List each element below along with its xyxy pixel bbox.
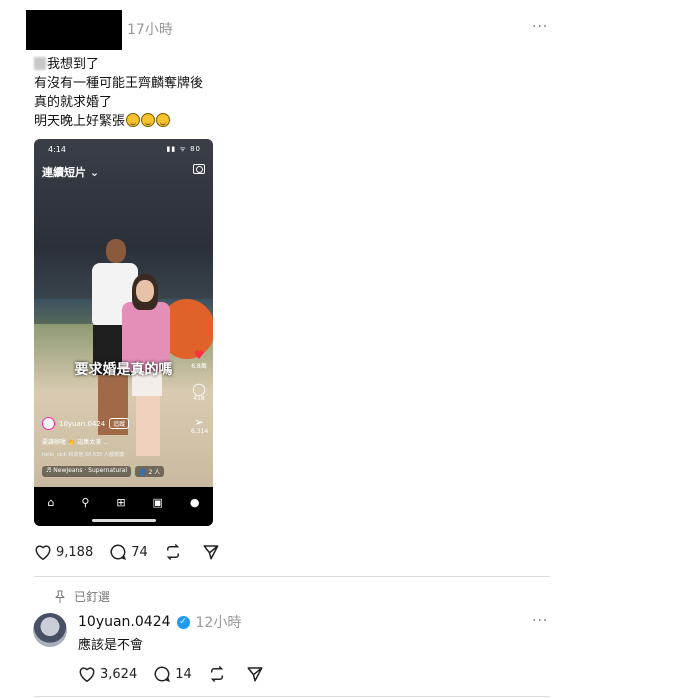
post-line-1: 我想到了 xyxy=(47,57,100,72)
reels-tab-title: 連續短片 ⌄ xyxy=(42,166,100,179)
post-share-button[interactable] xyxy=(202,543,224,561)
section-divider xyxy=(34,696,550,697)
comment-icon: ◯ xyxy=(192,382,206,396)
video-like-count: 6.8萬 xyxy=(191,363,207,370)
reply-comment-button[interactable]: 14 xyxy=(153,665,192,683)
profile-icon: ● xyxy=(189,496,200,509)
repost-icon xyxy=(210,665,224,683)
verified-badge-icon: ✓ xyxy=(176,615,190,629)
status-time: 4:14 xyxy=(48,145,66,154)
video-share-group: ➢ 6,314 xyxy=(191,415,209,435)
post-comment-button[interactable]: 74 xyxy=(109,543,148,561)
comment-icon xyxy=(154,666,171,682)
video-liked-by: hello_nick 和其他 68,635 人都按讚 xyxy=(42,452,125,458)
send-icon xyxy=(247,667,263,682)
post-repost-button[interactable] xyxy=(164,543,186,561)
comment-icon xyxy=(110,544,127,560)
reply-share-button[interactable] xyxy=(246,665,268,683)
pinned-label: 已釘選 xyxy=(74,590,111,604)
post-line-2: 有沒有一種可能王齊麟奪牌後 xyxy=(34,76,204,91)
reply-header: 10yuan.0424 ✓ 12小時 xyxy=(78,612,241,632)
post-line-4: 明天晚上好緊張 xyxy=(34,114,126,129)
reply-more-button[interactable]: ··· xyxy=(532,613,548,629)
post-more-button[interactable]: ··· xyxy=(532,19,548,35)
video-tags: ♬ NewJeans · Supernatural 👤 2 人 xyxy=(42,466,165,477)
reply-actions: 3,624 14 xyxy=(78,665,284,683)
reply-timestamp: 12小時 xyxy=(195,615,242,631)
pin-icon xyxy=(55,590,65,603)
video-description: 要謙辦喔 👏 這集太美 … xyxy=(42,439,110,446)
post-like-button[interactable]: 9,188 xyxy=(34,544,93,560)
video-like-group: ♥ 6.8萬 xyxy=(191,349,207,370)
status-icons: ▮▮ ᯤ 80 xyxy=(166,145,201,153)
video-people-tag: 👤 2 人 xyxy=(135,466,165,477)
reels-icon: ▣ xyxy=(152,496,163,509)
post-line-3: 真的就求婚了 xyxy=(34,95,113,110)
video-account-row: 10yuan.0424 追蹤 xyxy=(42,417,130,430)
post-image-screenshot[interactable]: 4:14 ▮▮ ᯤ 80 連續短片 ⌄ 要求婚是真的嗎 ♥ 6.8萬 ◯ 418… xyxy=(34,139,213,526)
section-divider xyxy=(34,576,550,577)
heart-icon xyxy=(35,545,51,560)
video-account-name: 10yuan.0424 xyxy=(59,419,106,428)
reply-avatar[interactable] xyxy=(33,613,67,647)
reply-like-button[interactable]: 3,624 xyxy=(78,666,137,682)
create-icon: ⊞ xyxy=(116,496,126,509)
redacted-avatar-and-username xyxy=(26,10,122,50)
pinned-indicator: 已釘選 xyxy=(54,588,110,605)
video-caption: 要求婚是真的嗎 xyxy=(74,362,173,378)
rofl-emoji-icon xyxy=(126,113,141,127)
video-comment-group: ◯ 418 xyxy=(191,383,207,402)
reply-username[interactable]: 10yuan.0424 xyxy=(78,614,171,630)
camera-icon xyxy=(193,164,205,174)
repost-icon xyxy=(166,543,180,561)
send-icon xyxy=(203,545,219,560)
search-icon: ⚲ xyxy=(81,496,90,509)
video-comment-count: 418 xyxy=(193,395,205,402)
reply-repost-button[interactable] xyxy=(208,665,230,683)
rofl-emoji-icon xyxy=(141,113,156,127)
heart-icon: ♥ xyxy=(193,348,205,362)
home-icon: ⌂ xyxy=(47,496,55,509)
video-follow-button: 追蹤 xyxy=(109,418,130,429)
rofl-emoji-icon xyxy=(156,113,171,127)
video-share-count: 6,314 xyxy=(191,428,209,435)
send-icon: ➢ xyxy=(193,415,205,429)
post-like-count: 9,188 xyxy=(56,544,94,560)
post-comment-count: 74 xyxy=(131,544,148,560)
home-indicator xyxy=(92,519,156,522)
post-actions: 9,188 74 xyxy=(34,543,240,561)
reply-comment-count: 14 xyxy=(175,666,192,682)
heart-icon xyxy=(79,667,95,682)
reply-like-count: 3,624 xyxy=(100,666,138,682)
video-account-avatar xyxy=(42,417,55,430)
reply-text: 應該是不會 xyxy=(78,638,144,653)
redacted-char xyxy=(34,57,46,70)
video-music-tag: ♬ NewJeans · Supernatural xyxy=(42,466,132,477)
post-body: 我想到了 有沒有一種可能王齊麟奪牌後 真的就求婚了 明天晚上好緊張 xyxy=(34,55,203,131)
post-timestamp: 17小時 xyxy=(127,22,173,38)
